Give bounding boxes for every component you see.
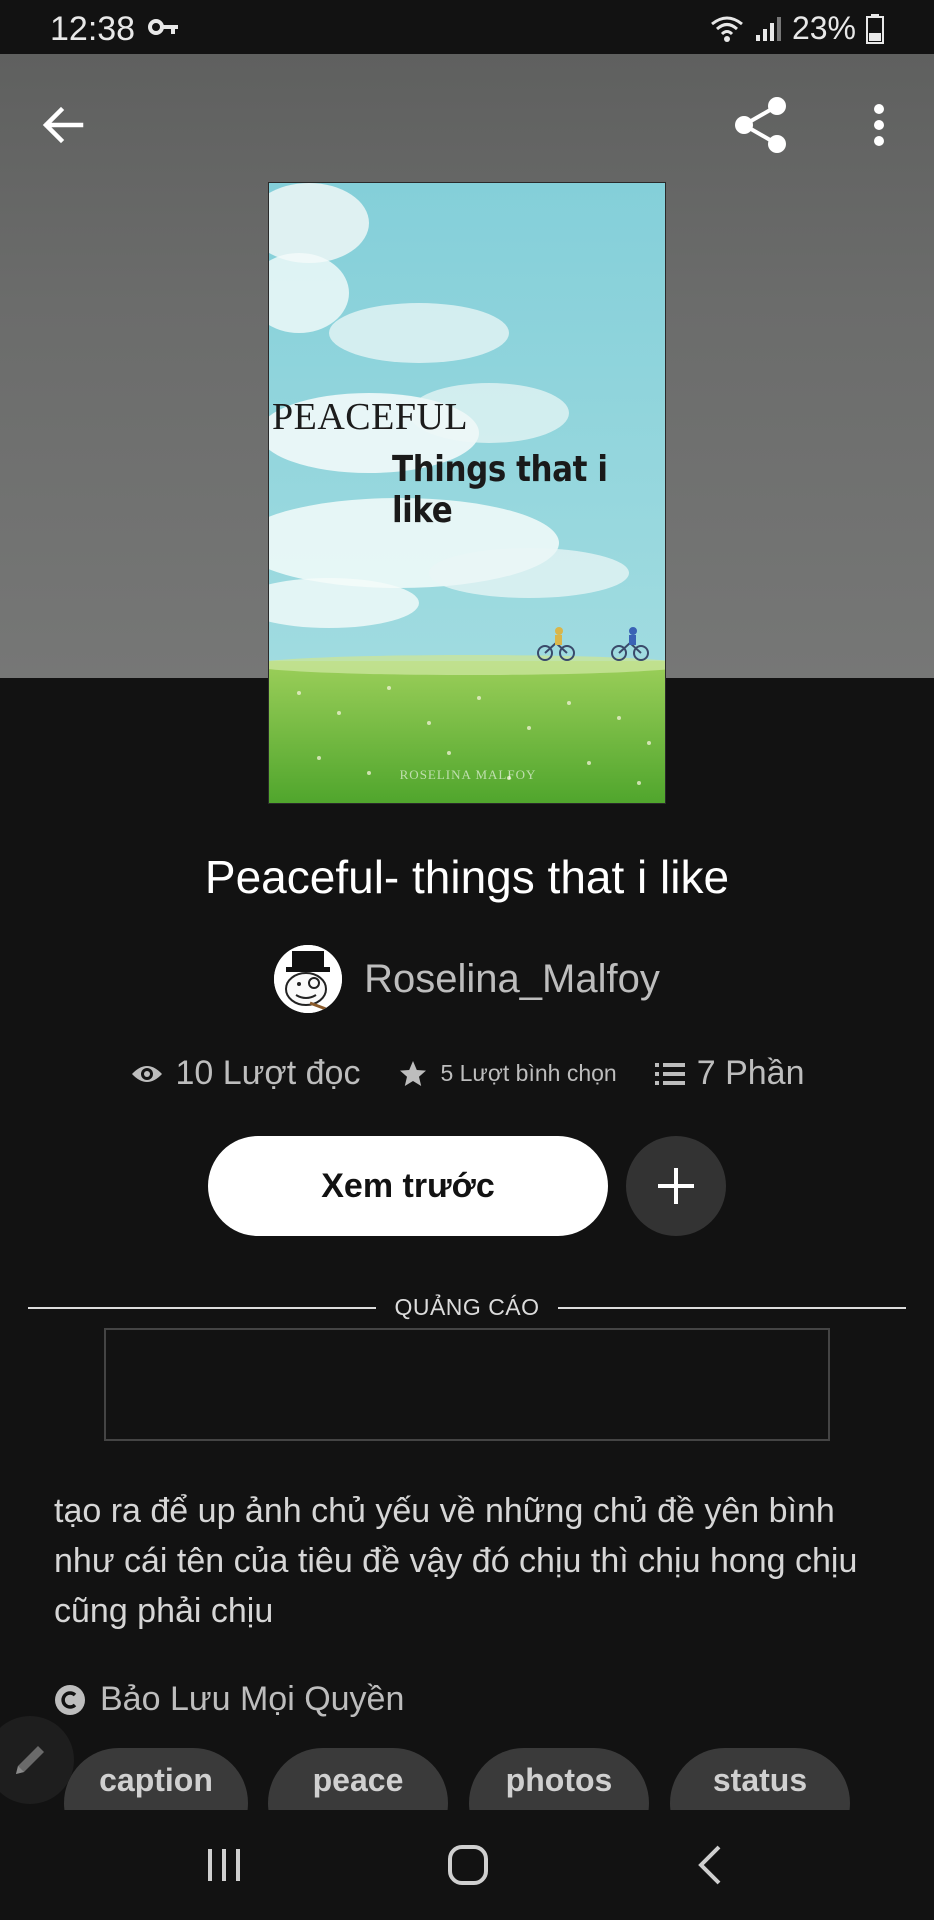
- more-options-button[interactable]: [844, 90, 914, 160]
- preview-button[interactable]: Xem trước: [208, 1136, 608, 1236]
- status-time: 12:38: [50, 10, 136, 48]
- reads-stat: 10 Lượt đọc: [130, 1054, 361, 1093]
- battery-icon: [866, 13, 884, 44]
- recent-apps-button[interactable]: [174, 1830, 274, 1900]
- book-title: Peaceful- things that i like: [204, 851, 730, 903]
- back-arrow-icon: [42, 106, 84, 144]
- list-icon: [654, 1062, 685, 1085]
- share-button[interactable]: [726, 90, 796, 160]
- home-icon: [448, 1845, 488, 1885]
- parts-stat: 7 Phần: [654, 1054, 805, 1093]
- reads-count: 10 Lượt đọc: [175, 1054, 361, 1092]
- ad-label: QUẢNG CÁO: [394, 1294, 540, 1320]
- vpn-key-icon: [148, 16, 180, 43]
- more-vertical-icon: [874, 104, 884, 146]
- cover-title-line2: Things that i like: [392, 449, 608, 531]
- chevron-left-icon: [698, 1845, 721, 1885]
- ad-divider: QUẢNG CÁO: [28, 1294, 907, 1321]
- cover-title-line1: PEACEFUL: [272, 396, 469, 438]
- tag-chip[interactable]: caption: [64, 1748, 248, 1810]
- divider-line-right: [557, 1306, 907, 1309]
- book-cover[interactable]: PEACEFUL Things that i like ROSELINA MAL…: [268, 182, 666, 804]
- home-button[interactable]: [418, 1830, 518, 1900]
- story-stats: 10 Lượt đọc 5 Lượt bình chọn 7 Phần: [0, 1054, 934, 1093]
- share-icon: [735, 97, 786, 153]
- author-name: Roselina_Malfoy: [364, 956, 660, 1001]
- divider-line-left: [28, 1306, 377, 1309]
- author-link[interactable]: Roselina_Malfoy: [0, 945, 934, 1013]
- copyright-text: Bảo Lưu Mọi Quyền: [100, 1680, 405, 1718]
- status-bar: 12:38 23%: [0, 0, 934, 54]
- tag-chip[interactable]: status: [670, 1748, 850, 1810]
- votes-stat: 5 Lượt bình chọn: [398, 1059, 617, 1089]
- wifi-icon: [710, 14, 744, 44]
- tag-list: caption peace photos status: [0, 1748, 934, 1810]
- ad-slot[interactable]: [104, 1328, 830, 1441]
- add-to-library-button[interactable]: [626, 1136, 726, 1236]
- system-back-button[interactable]: [660, 1830, 760, 1900]
- battery-percent: 23%: [791, 10, 856, 46]
- cover-author: ROSELINA MALFOY: [399, 767, 537, 782]
- pencil-icon: [16, 1746, 44, 1774]
- signal-icon: [754, 15, 782, 43]
- plus-icon: [658, 1168, 694, 1204]
- copyright-icon: [55, 1684, 85, 1715]
- copyright-notice: Bảo Lưu Mọi Quyền: [54, 1680, 404, 1719]
- author-avatar-drawing: [274, 945, 343, 1013]
- avatar: [274, 945, 343, 1013]
- story-description: tạo ra để up ảnh chủ yếu về những chủ đề…: [54, 1492, 858, 1630]
- status-indicators: 23%: [710, 10, 884, 47]
- system-nav-bar: [0, 1810, 934, 1920]
- tag-chip[interactable]: photos: [469, 1748, 649, 1810]
- votes-count: 5 Lượt bình chọn: [440, 1060, 617, 1086]
- tag-chip[interactable]: peace: [268, 1748, 448, 1810]
- parts-count: 7 Phần: [696, 1054, 805, 1092]
- star-icon: [400, 1060, 427, 1086]
- back-button[interactable]: [28, 90, 98, 160]
- recent-apps-icon: [208, 1849, 240, 1881]
- eye-icon: [131, 1065, 162, 1082]
